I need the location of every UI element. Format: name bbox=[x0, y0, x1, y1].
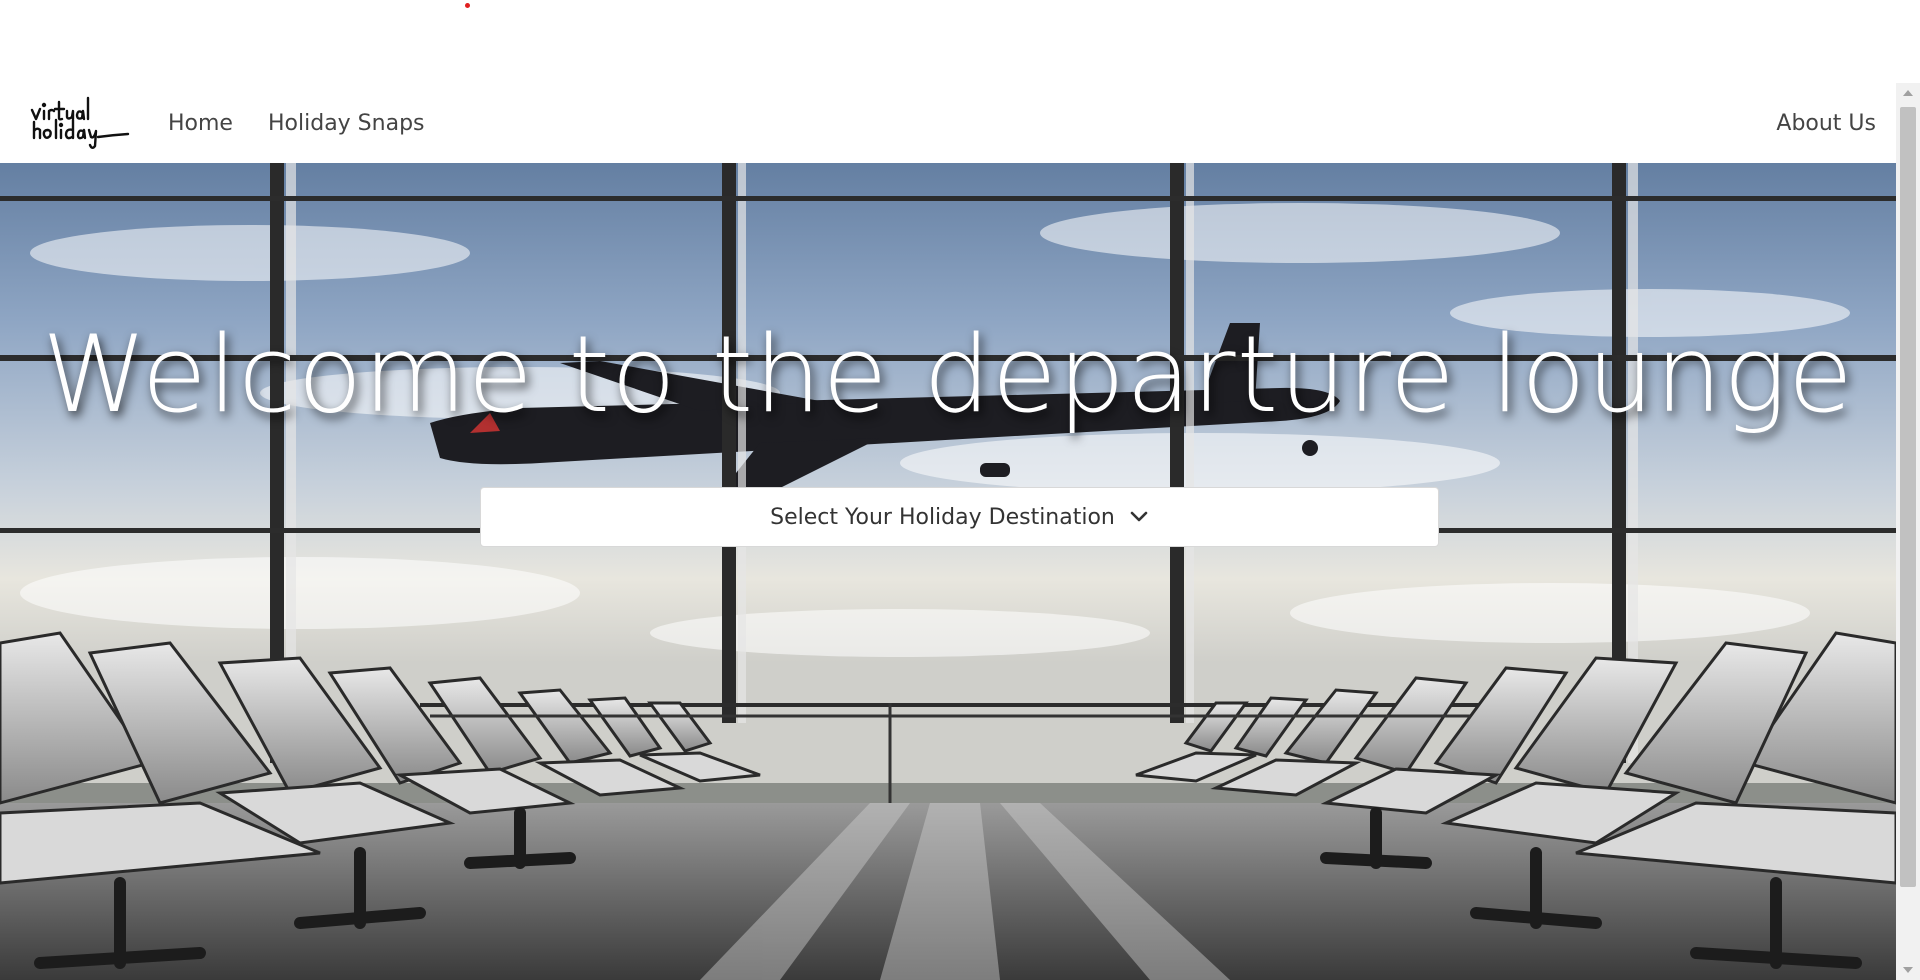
destination-select-button[interactable]: Select Your Holiday Destination bbox=[480, 487, 1439, 547]
site-logo[interactable] bbox=[28, 90, 130, 152]
scroll-up-arrow-icon[interactable] bbox=[1896, 83, 1920, 103]
nav-home-link[interactable]: Home bbox=[168, 83, 233, 163]
scrollbar-thumb[interactable] bbox=[1900, 107, 1916, 887]
logo-icon bbox=[30, 96, 130, 149]
main-navbar: Home Holiday Snaps About Us bbox=[0, 83, 1896, 163]
browser-top-strip bbox=[0, 0, 1920, 83]
vertical-scrollbar[interactable] bbox=[1896, 83, 1920, 980]
indicator-dot bbox=[465, 3, 470, 8]
scroll-down-arrow-icon[interactable] bbox=[1896, 960, 1920, 980]
destination-select-label: Select Your Holiday Destination bbox=[770, 504, 1115, 530]
chevron-down-icon bbox=[1129, 510, 1149, 524]
airport-lounge-background-image bbox=[0, 163, 1896, 980]
nav-about-us-link[interactable]: About Us bbox=[1776, 83, 1876, 163]
hero-banner: Welcome to the departure lounge Select Y… bbox=[0, 163, 1896, 980]
nav-holiday-snaps-link[interactable]: Holiday Snaps bbox=[268, 83, 425, 163]
hero-title: Welcome to the departure lounge bbox=[41, 313, 1855, 436]
